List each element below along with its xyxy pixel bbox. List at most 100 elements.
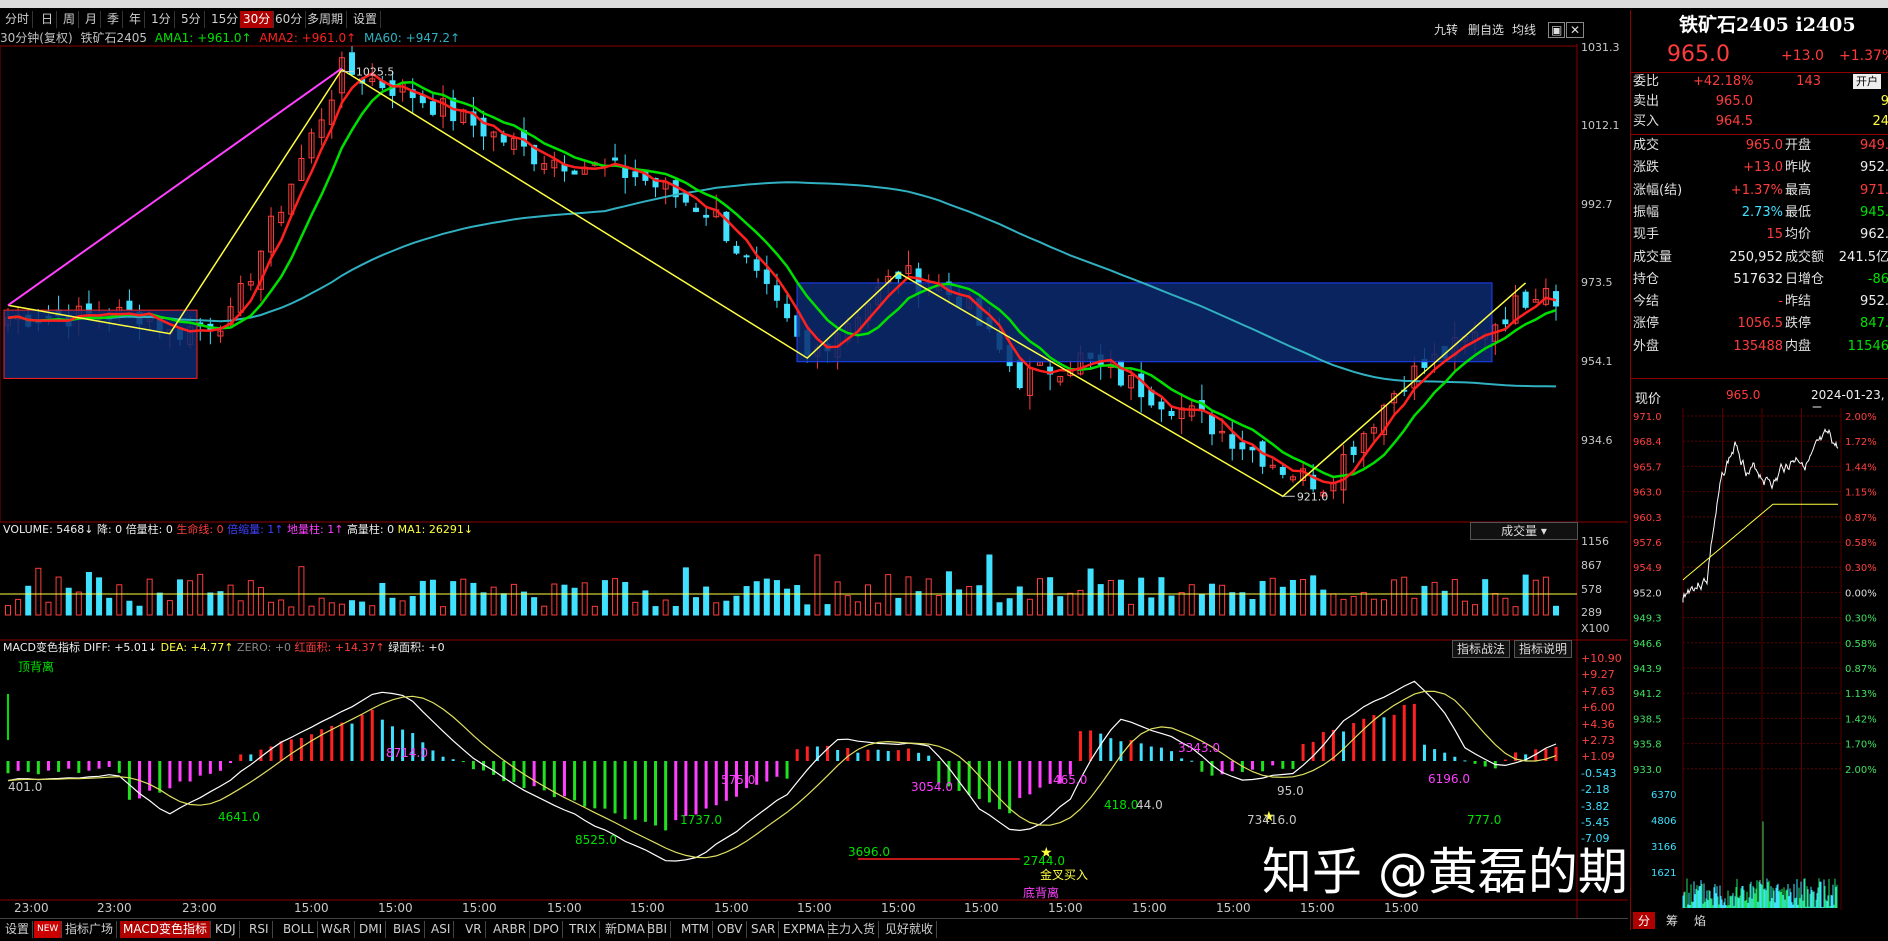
quote-row-value: 135488 — [1733, 338, 1783, 354]
indicator-tab-1[interactable]: NEW — [34, 921, 63, 938]
indicator-help-button[interactable]: 指标说明 — [1514, 640, 1573, 658]
indicator-tab-15[interactable]: 新DMA — [602, 921, 649, 938]
candle-body — [1350, 446, 1357, 456]
volume-bar — [237, 600, 244, 616]
indicator-tab-20[interactable]: EXPMA — [780, 921, 829, 938]
period-tab-2[interactable]: 周 — [60, 11, 80, 28]
chevron-down-icon: ▾ — [1540, 524, 1547, 538]
volume-bar — [187, 580, 194, 616]
time-axis-label: 15:00 — [714, 901, 749, 915]
period-tab-10[interactable]: 60分 — [272, 11, 307, 28]
period-tab-4[interactable]: 季 — [104, 11, 124, 28]
volume-bar — [612, 578, 619, 616]
volume-bar — [1553, 605, 1559, 616]
quote-row-label-2: 最低 — [1785, 204, 1812, 220]
macd-axis-label: +4.36 — [1581, 717, 1615, 731]
indicator-tab-3[interactable]: MACD变色指标 — [120, 921, 211, 938]
indicator-strategy-button[interactable]: 指标战法 — [1452, 640, 1511, 658]
indicator-tab-14[interactable]: TRIX — [566, 921, 601, 938]
indicator-tab-6[interactable]: BOLL — [280, 921, 318, 938]
indicator-tab-9[interactable]: BIAS — [390, 921, 425, 938]
volume-bar — [359, 601, 366, 616]
indicator-tab-11[interactable]: VR — [462, 921, 486, 938]
volume-bar — [1411, 597, 1418, 616]
volume-bar — [581, 582, 588, 616]
jiuzhuan-button[interactable]: 九转 — [1434, 21, 1458, 38]
period-tab-11[interactable]: 多周期 — [304, 11, 348, 28]
volume-bar — [733, 595, 740, 616]
macd-histogram-bar — [218, 761, 222, 771]
period-tab-5[interactable]: 年 — [126, 11, 146, 28]
chart-area[interactable]: 1025.5921.0 ★★ — [0, 44, 1628, 918]
period-tab-9[interactable]: 30分 — [240, 11, 275, 28]
volume-bar — [1067, 592, 1074, 616]
period-tab-7[interactable]: 5分 — [178, 11, 205, 28]
intraday-vol-axis-label: 4806 — [1651, 816, 1676, 827]
indicator-tab-13[interactable]: DPO — [530, 921, 563, 938]
macd-histogram-bar — [1230, 761, 1234, 772]
volume-bar — [1107, 580, 1114, 616]
indicator-tab-21[interactable]: 主力入货 — [824, 921, 880, 938]
indicator-tab-12[interactable]: ARBR — [490, 921, 531, 938]
tab-chou[interactable]: 筹 — [1661, 912, 1683, 929]
indicator-tab-16[interactable]: BBI — [644, 921, 672, 938]
indicator-tab-2[interactable]: 指标广场 — [62, 921, 118, 938]
indicator-tab-7[interactable]: W&R — [318, 921, 355, 938]
indicator-tab-0[interactable]: 设置 — [2, 921, 34, 938]
period-tab-12[interactable]: 设置 — [350, 11, 382, 28]
macd-histogram-bar — [1008, 761, 1012, 814]
open-account-button[interactable]: 开户 — [1853, 74, 1881, 89]
tab-fenshi[interactable]: 分 — [1633, 912, 1656, 929]
macd-histogram-bar — [664, 761, 668, 831]
intraday-left-axis-label: 965.7 — [1633, 462, 1662, 473]
intraday-left-axis-label: 938.5 — [1633, 714, 1662, 725]
macd-diff: DIFF: +5.01↓ — [83, 641, 158, 654]
window-icon[interactable]: ▣ — [1548, 22, 1566, 38]
candle-body — [733, 245, 740, 254]
intraday-chart[interactable]: 971.0 2.00% 968.4 1.72% 965.7 1.44% 963.0 1.15%… — [1631, 408, 1888, 910]
period-tab-3[interactable]: 月 — [82, 11, 102, 28]
macd-histogram-bar — [1342, 731, 1346, 761]
indicator-tab-8[interactable]: DMI — [356, 921, 387, 938]
quote-row-value-2: 847. — [1860, 316, 1888, 332]
period-tab-8[interactable]: 15分 — [208, 11, 243, 28]
indicator-tab-4[interactable]: KDJ — [212, 921, 240, 938]
volume-bar — [1057, 596, 1064, 616]
indicator-tab-19[interactable]: SAR — [748, 921, 780, 938]
indicator-tab-18[interactable]: OBV — [714, 921, 747, 938]
quote-row-label: 现手 — [1633, 227, 1660, 243]
close-icon[interactable]: ✕ — [1566, 22, 1585, 38]
volume-bar — [1279, 586, 1286, 616]
volume-bar — [622, 581, 629, 616]
macd-histogram-bar — [67, 761, 71, 769]
consolidation-box-right — [796, 282, 1493, 363]
tab-yan[interactable]: 焰 — [1689, 912, 1711, 929]
quote-row: 成交量 250,952 成交额 241.5亿 — [1633, 248, 1888, 268]
ma-line-button[interactable]: 均线 — [1512, 21, 1536, 38]
volume-bar — [601, 580, 608, 616]
macd-histogram-bar — [148, 761, 152, 791]
indicator-tab-5[interactable]: RSI — [246, 921, 273, 938]
indicator-tab-22[interactable]: 见好就收 — [882, 921, 938, 938]
macd-annotation: 金叉买入 — [1040, 868, 1089, 882]
time-axis-label: 23:00 — [14, 901, 49, 915]
period-tab-1[interactable]: 日 — [38, 11, 58, 28]
volume-bar — [703, 586, 710, 616]
volume-bar — [379, 582, 386, 616]
remove-watchlist-button[interactable]: 删自选 — [1468, 21, 1504, 38]
volume-bar — [632, 601, 639, 616]
quote-row-label: 成交 — [1633, 138, 1660, 153]
indicator-tab-10[interactable]: ASI — [428, 921, 455, 938]
period-tab-6[interactable]: 1分 — [148, 11, 175, 28]
volume-indicator-select[interactable]: 成交量 ▾ — [1470, 522, 1578, 540]
intraday-left-axis-label: 957.6 — [1633, 538, 1662, 549]
macd-histogram-bar — [87, 761, 91, 771]
volume-bar — [1117, 579, 1124, 616]
indicator-tab-17[interactable]: MTM — [678, 921, 714, 938]
macd-histogram-bar — [573, 761, 577, 801]
volume-bar — [197, 573, 204, 616]
quote-row-value: +1.37% — [1730, 182, 1783, 198]
candle-body — [429, 101, 436, 115]
period-tab-0[interactable]: 分时 — [2, 11, 34, 28]
intraday-left-axis-label: 935.8 — [1633, 740, 1662, 751]
